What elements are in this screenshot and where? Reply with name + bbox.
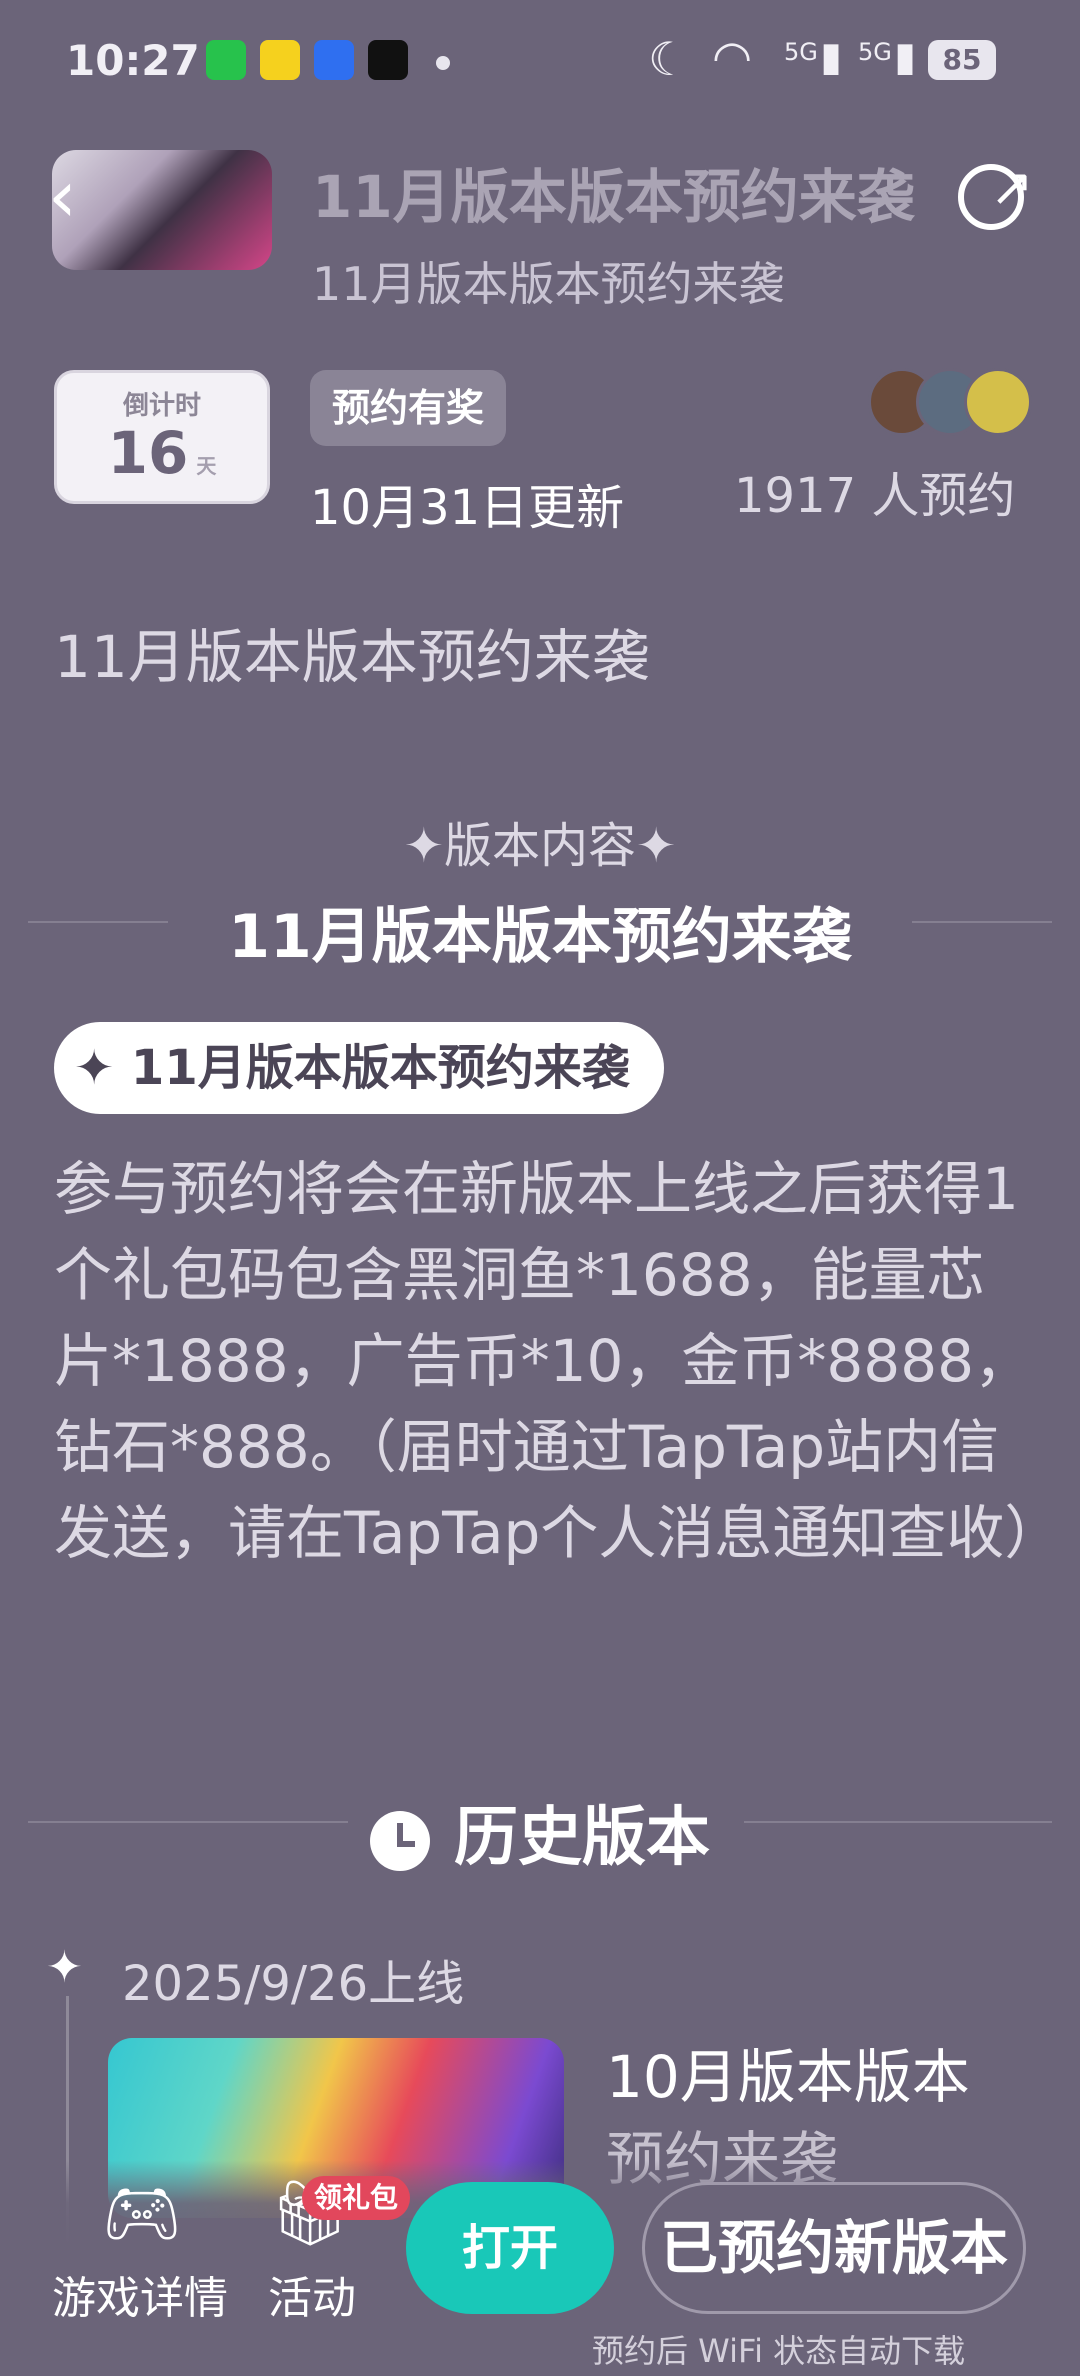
content-pill: ✦ 11月版本版本预约来袭	[54, 1022, 664, 1114]
update-date: 10月31日更新	[310, 480, 625, 536]
game-banner-image	[52, 150, 272, 270]
sparkle-icon: ✦	[46, 1942, 83, 1993]
battery-indicator: 85	[928, 40, 996, 80]
back-icon[interactable]: ‹	[48, 160, 77, 232]
status-time: 10:27	[66, 36, 200, 85]
clock-icon	[370, 1811, 430, 1872]
history-version-name[interactable]: 10月版本版本	[606, 2042, 970, 2112]
history-title: 历史版本	[0, 1786, 1080, 1878]
section-title: 11月版本版本预约来袭	[228, 902, 852, 972]
moon-icon: ☾	[648, 32, 690, 86]
countdown-unit: 天	[196, 454, 217, 478]
signal-5g-2: 5G	[858, 38, 892, 66]
wifi-icon: ◠	[712, 30, 753, 84]
version-description: 11月版本版本预约来袭	[54, 623, 650, 691]
download-hint: 预约后 WiFi 状态自动下载	[592, 2332, 966, 2370]
countdown-label: 倒计时	[122, 391, 201, 421]
gamepad-icon[interactable]: 🎮︎	[52, 2176, 232, 2251]
history-date: 2025/9/26上线	[122, 1956, 465, 2012]
page-subtitle: 11月版本版本预约来袭	[312, 257, 785, 311]
notification-dot	[436, 56, 450, 70]
countdown-card: 倒计时 16 天	[54, 370, 270, 504]
tiktok-icon	[368, 40, 408, 80]
signal-bars-icon: ▮	[820, 34, 843, 80]
app-icon-yellow	[260, 40, 300, 80]
signal-bars-icon: ▮	[894, 34, 917, 80]
content-body: 参与预约将会在新版本上线之后获得1个礼包码包含黑洞鱼*1688，能量芯片*188…	[54, 1155, 1063, 1567]
gift-badge: 领礼包	[302, 2176, 411, 2220]
countdown-days-value: 16	[107, 419, 189, 487]
share-arrow-icon: ↗	[990, 158, 1034, 218]
page-title: 11月版本版本预约来袭	[312, 163, 915, 231]
signal-5g-1: 5G	[784, 38, 818, 66]
avatar	[964, 368, 1032, 436]
reservation-count: 1917 人预约	[734, 468, 1016, 524]
activity-label[interactable]: 活动	[268, 2262, 356, 2326]
countdown-days: 16 天	[57, 419, 267, 487]
baidu-icon	[314, 40, 354, 80]
game-details-label[interactable]: 游戏详情	[52, 2262, 228, 2326]
section-label: ✦版本内容✦	[403, 818, 677, 874]
status-bar: 10:27 ☾ ◠ 5G ▮ 5G ▮ 85	[0, 0, 1080, 120]
reward-badge: 预约有奖	[310, 370, 507, 446]
open-button[interactable]: 打开	[406, 2182, 614, 2314]
wechat-icon	[206, 40, 246, 80]
reserved-button[interactable]: 已预约新版本	[642, 2182, 1026, 2314]
history-title-text: 历史版本	[454, 1801, 710, 1875]
